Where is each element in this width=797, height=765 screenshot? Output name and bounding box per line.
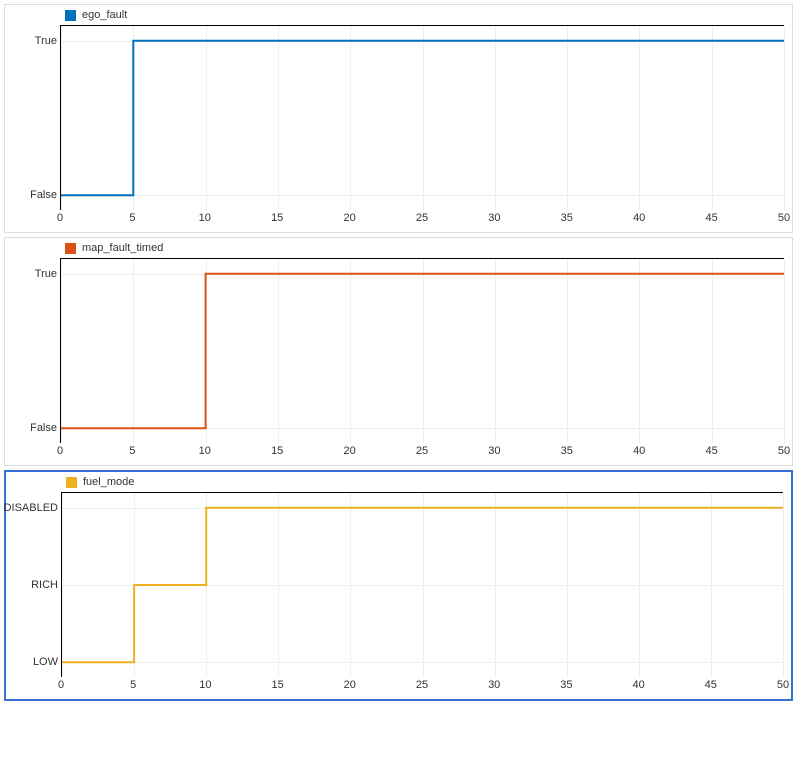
x-tick-label: 40 — [633, 212, 645, 224]
x-tick-label: 10 — [199, 445, 211, 457]
chart-panel-fuel_mode[interactable]: fuel_modeLOWRICHDISABLED0510152025303540… — [4, 470, 793, 701]
x-tick-label: 0 — [57, 445, 63, 457]
x-tick-label: 50 — [777, 679, 789, 691]
x-tick-label: 20 — [343, 445, 355, 457]
series-line — [62, 493, 783, 677]
y-tick-label: False — [30, 189, 61, 201]
x-tick-label: 15 — [271, 445, 283, 457]
x-tick-label: 10 — [199, 212, 211, 224]
x-tick-label: 45 — [705, 679, 717, 691]
x-tick-label: 50 — [778, 445, 790, 457]
series-line — [61, 259, 784, 443]
grid-vertical — [784, 26, 785, 210]
y-tick-label: True — [35, 35, 61, 47]
x-tick-label: 35 — [561, 212, 573, 224]
legend: fuel_mode — [6, 472, 791, 492]
legend: ego_fault — [5, 5, 792, 25]
x-tick-label: 20 — [343, 212, 355, 224]
x-tick-label: 0 — [58, 679, 64, 691]
chart-panel-map_fault_timed[interactable]: map_fault_timedFalseTrue0510152025303540… — [4, 237, 793, 466]
legend-label: map_fault_timed — [82, 242, 163, 254]
x-tick-label: 5 — [129, 445, 135, 457]
legend-label: ego_fault — [82, 9, 127, 21]
x-tick-label: 50 — [778, 212, 790, 224]
legend-swatch-icon — [65, 243, 76, 254]
axes: FalseTrue — [60, 25, 784, 210]
x-tick-label: 30 — [488, 679, 500, 691]
x-tick-label: 25 — [416, 679, 428, 691]
x-tick-label: 20 — [344, 679, 356, 691]
x-axis: 05101520253035404550 — [60, 443, 784, 463]
x-tick-label: 5 — [129, 212, 135, 224]
x-tick-label: 5 — [130, 679, 136, 691]
x-tick-label: 40 — [633, 445, 645, 457]
x-tick-label: 45 — [705, 445, 717, 457]
series-line — [61, 26, 784, 210]
axes: LOWRICHDISABLED — [61, 492, 783, 677]
plot-area[interactable]: FalseTrue05101520253035404550 — [60, 258, 784, 463]
x-tick-label: 35 — [561, 445, 573, 457]
x-tick-label: 15 — [271, 212, 283, 224]
y-tick-label: False — [30, 422, 61, 434]
x-tick-label: 10 — [199, 679, 211, 691]
grid-vertical — [783, 493, 784, 677]
plot-area[interactable]: LOWRICHDISABLED05101520253035404550 — [61, 492, 783, 697]
plot-area[interactable]: FalseTrue05101520253035404550 — [60, 25, 784, 230]
y-tick-label: RICH — [31, 579, 62, 591]
x-axis: 05101520253035404550 — [61, 677, 783, 697]
legend-swatch-icon — [66, 477, 77, 488]
x-tick-label: 15 — [271, 679, 283, 691]
x-tick-label: 45 — [705, 212, 717, 224]
x-tick-label: 40 — [632, 679, 644, 691]
x-tick-label: 30 — [488, 212, 500, 224]
x-tick-label: 0 — [57, 212, 63, 224]
y-tick-label: DISABLED — [4, 502, 62, 514]
x-tick-label: 25 — [416, 445, 428, 457]
axes: FalseTrue — [60, 258, 784, 443]
chart-panel-ego_fault[interactable]: ego_faultFalseTrue05101520253035404550 — [4, 4, 793, 233]
y-tick-label: LOW — [33, 656, 62, 668]
legend: map_fault_timed — [5, 238, 792, 258]
grid-vertical — [784, 259, 785, 443]
x-tick-label: 35 — [560, 679, 572, 691]
legend-label: fuel_mode — [83, 476, 134, 488]
x-tick-label: 25 — [416, 212, 428, 224]
x-axis: 05101520253035404550 — [60, 210, 784, 230]
y-tick-label: True — [35, 268, 61, 280]
legend-swatch-icon — [65, 10, 76, 21]
x-tick-label: 30 — [488, 445, 500, 457]
